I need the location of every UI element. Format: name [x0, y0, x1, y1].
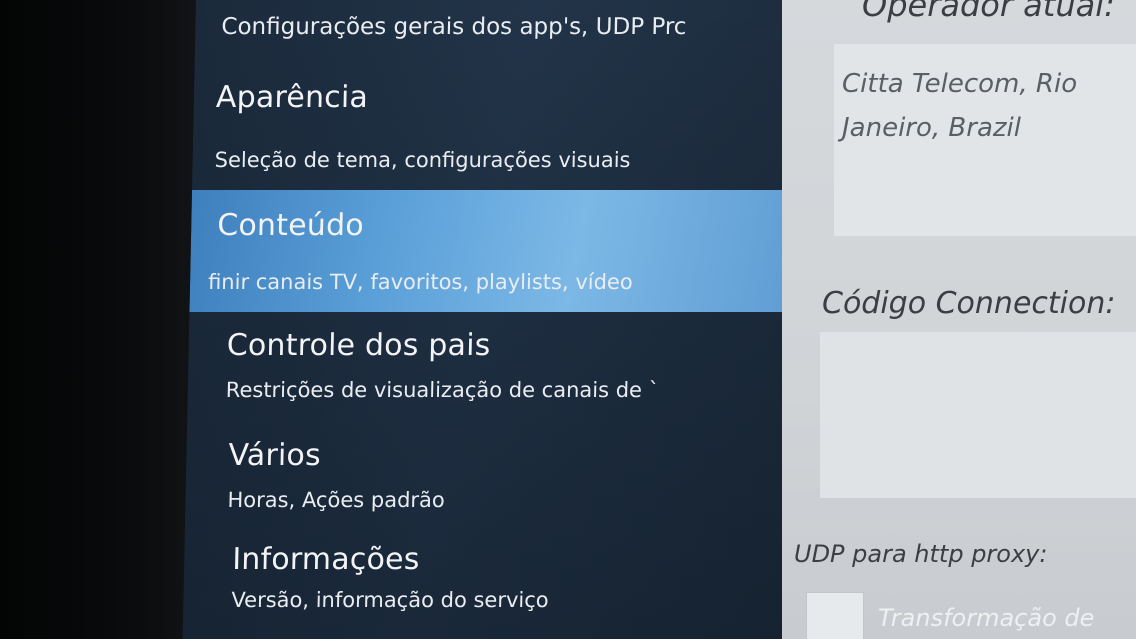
menu-item-general-subtitle: Configurações gerais dos app's, UDP Prc [221, 14, 687, 40]
menu-item-appearance-title: Aparência [215, 80, 369, 115]
tv-bezel [0, 0, 200, 639]
menu-item-information-subtitle: Versão, informação do serviço [231, 588, 549, 612]
menu-item-misc-subtitle: Horas, Ações padrão [227, 488, 446, 512]
menu-item-parental-control-subtitle: Restrições de visualização de canais de … [225, 378, 660, 402]
menu-item-general[interactable]: Configurações gerais dos app's, UDP Prc [195, 0, 836, 68]
menu-item-parental-control-title: Controle dos pais [226, 328, 491, 363]
menu-item-information[interactable]: Informações Versão, informação do serviç… [183, 534, 825, 639]
menu-item-content[interactable]: Conteúdo finir canais TV, favoritos, pla… [189, 190, 833, 312]
menu-item-appearance-subtitle: Seleção de tema, configurações visuais [214, 148, 631, 172]
operator-label: Operador atual: [862, 0, 1115, 24]
details-panel: Operador atual: Citta Telecom, Rio Janei… [782, 0, 1136, 639]
connection-code-field[interactable] [820, 332, 1136, 498]
menu-item-misc[interactable]: Vários Horas, Ações padrão [185, 430, 827, 530]
transform-label: Transformação de [878, 604, 1095, 632]
transform-checkbox[interactable] [806, 592, 864, 639]
operator-value: Citta Telecom, Rio Janeiro, Brazil [842, 69, 1078, 143]
menu-item-information-title: Informações [231, 542, 420, 577]
connection-code-label: Código Connection: [822, 286, 1116, 321]
settings-menu: Configurações gerais dos app's, UDP Prc … [182, 0, 836, 639]
menu-item-content-title: Conteúdo [216, 208, 365, 243]
udp-proxy-label: UDP para http proxy: [794, 540, 1048, 568]
menu-item-parental-control[interactable]: Controle dos pais Restrições de visualiz… [187, 318, 829, 426]
menu-item-content-subtitle: finir canais TV, favoritos, playlists, v… [207, 270, 633, 294]
menu-item-misc-title: Vários [228, 438, 322, 473]
menu-item-appearance[interactable]: Aparência Seleção de tema, configurações… [192, 70, 835, 192]
tv-screen: Configurações gerais dos app's, UDP Prc … [0, 0, 1136, 639]
